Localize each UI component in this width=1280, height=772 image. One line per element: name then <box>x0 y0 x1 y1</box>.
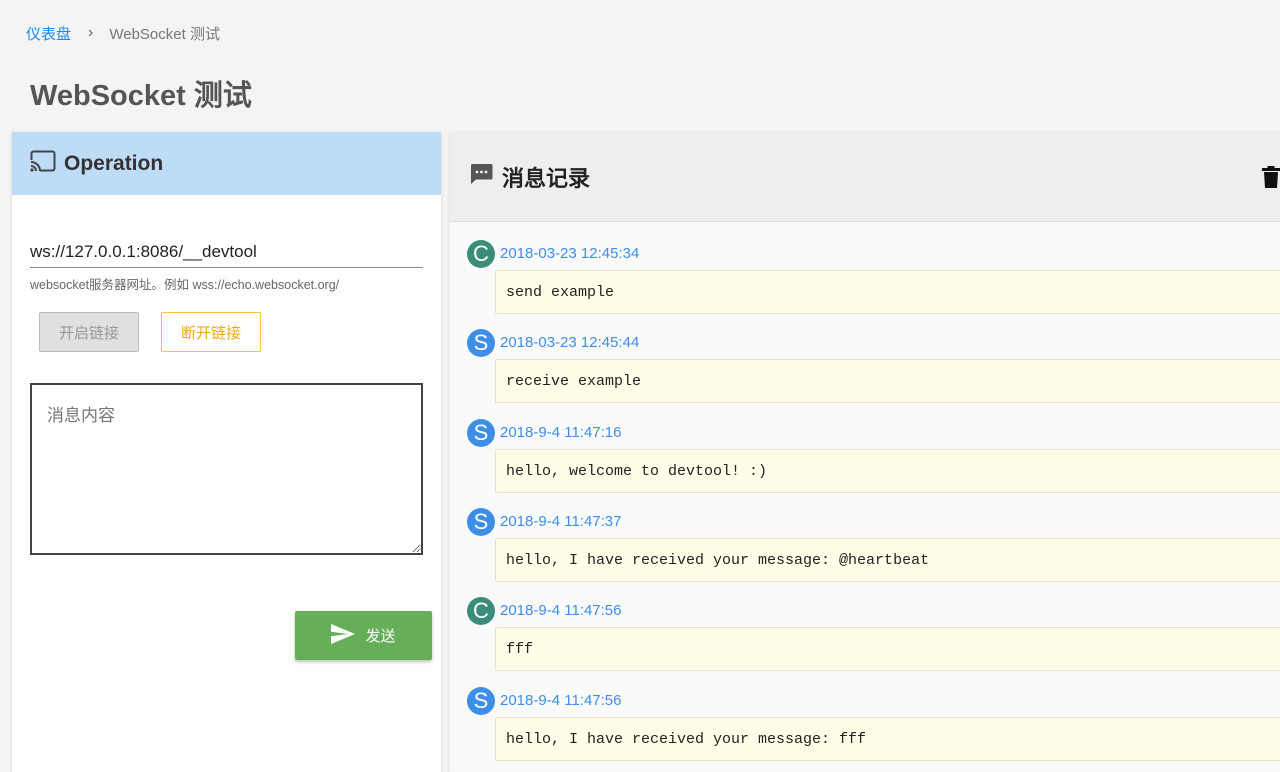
ws-url-input[interactable] <box>30 236 423 268</box>
message-bubble: fff <box>495 627 1280 671</box>
ws-url-hint: websocket服务器网址。例如 wss://echo.websocket.o… <box>30 278 340 292</box>
breadcrumb-current: WebSocket 测试 <box>109 25 220 43</box>
open-connection-button[interactable]: 开启链接 <box>39 312 139 352</box>
server-avatar: S <box>467 687 495 715</box>
message-bubble: receive example <box>495 359 1280 403</box>
message-timestamp: 2018-9-4 11:47:56 <box>500 602 622 619</box>
message-log-panel: 消息记录 C 2018-03-23 12:45:34 send example … <box>450 132 1280 772</box>
chat-icon <box>470 163 493 190</box>
message-bubble: hello, I have received your message: fff <box>495 717 1280 761</box>
message-content-input[interactable] <box>30 383 423 555</box>
message-timestamp: 2018-9-4 11:47:56 <box>500 692 622 709</box>
cast-icon <box>30 150 56 177</box>
operation-panel: Operation websocket服务器网址。例如 wss://echo.w… <box>12 132 441 772</box>
message-timestamp: 2018-03-23 12:45:44 <box>500 334 640 351</box>
message-timestamp: 2018-9-4 11:47:16 <box>500 424 622 441</box>
server-avatar: S <box>467 419 495 447</box>
trash-icon[interactable] <box>1262 166 1280 193</box>
server-avatar: S <box>467 329 495 357</box>
message-timestamp: 2018-9-4 11:47:37 <box>500 513 622 530</box>
page-title: WebSocket 测试 <box>30 80 252 112</box>
message-log-title: 消息记录 <box>502 165 591 191</box>
message-bubble: hello, I have received your message: @he… <box>495 538 1280 582</box>
breadcrumb-home-link[interactable]: 仪表盘 <box>26 23 71 44</box>
breadcrumb-separator: › <box>88 24 94 41</box>
message-log-header: 消息记录 <box>450 132 1280 222</box>
message-bubble: hello, welcome to devtool! :) <box>495 449 1280 493</box>
send-icon <box>331 623 365 648</box>
operation-title: Operation <box>64 151 164 175</box>
message-bubble: send example <box>495 270 1280 314</box>
send-button[interactable]: 发送 <box>295 611 432 660</box>
server-avatar: S <box>467 508 495 536</box>
client-avatar: C <box>467 240 495 268</box>
close-connection-button[interactable]: 断开链接 <box>161 312 261 352</box>
breadcrumb: 仪表盘 › WebSocket 测试 <box>26 22 220 44</box>
message-timestamp: 2018-03-23 12:45:34 <box>500 245 640 262</box>
operation-header: Operation <box>12 132 441 195</box>
client-avatar: C <box>467 597 495 625</box>
send-label: 发送 <box>365 628 396 645</box>
